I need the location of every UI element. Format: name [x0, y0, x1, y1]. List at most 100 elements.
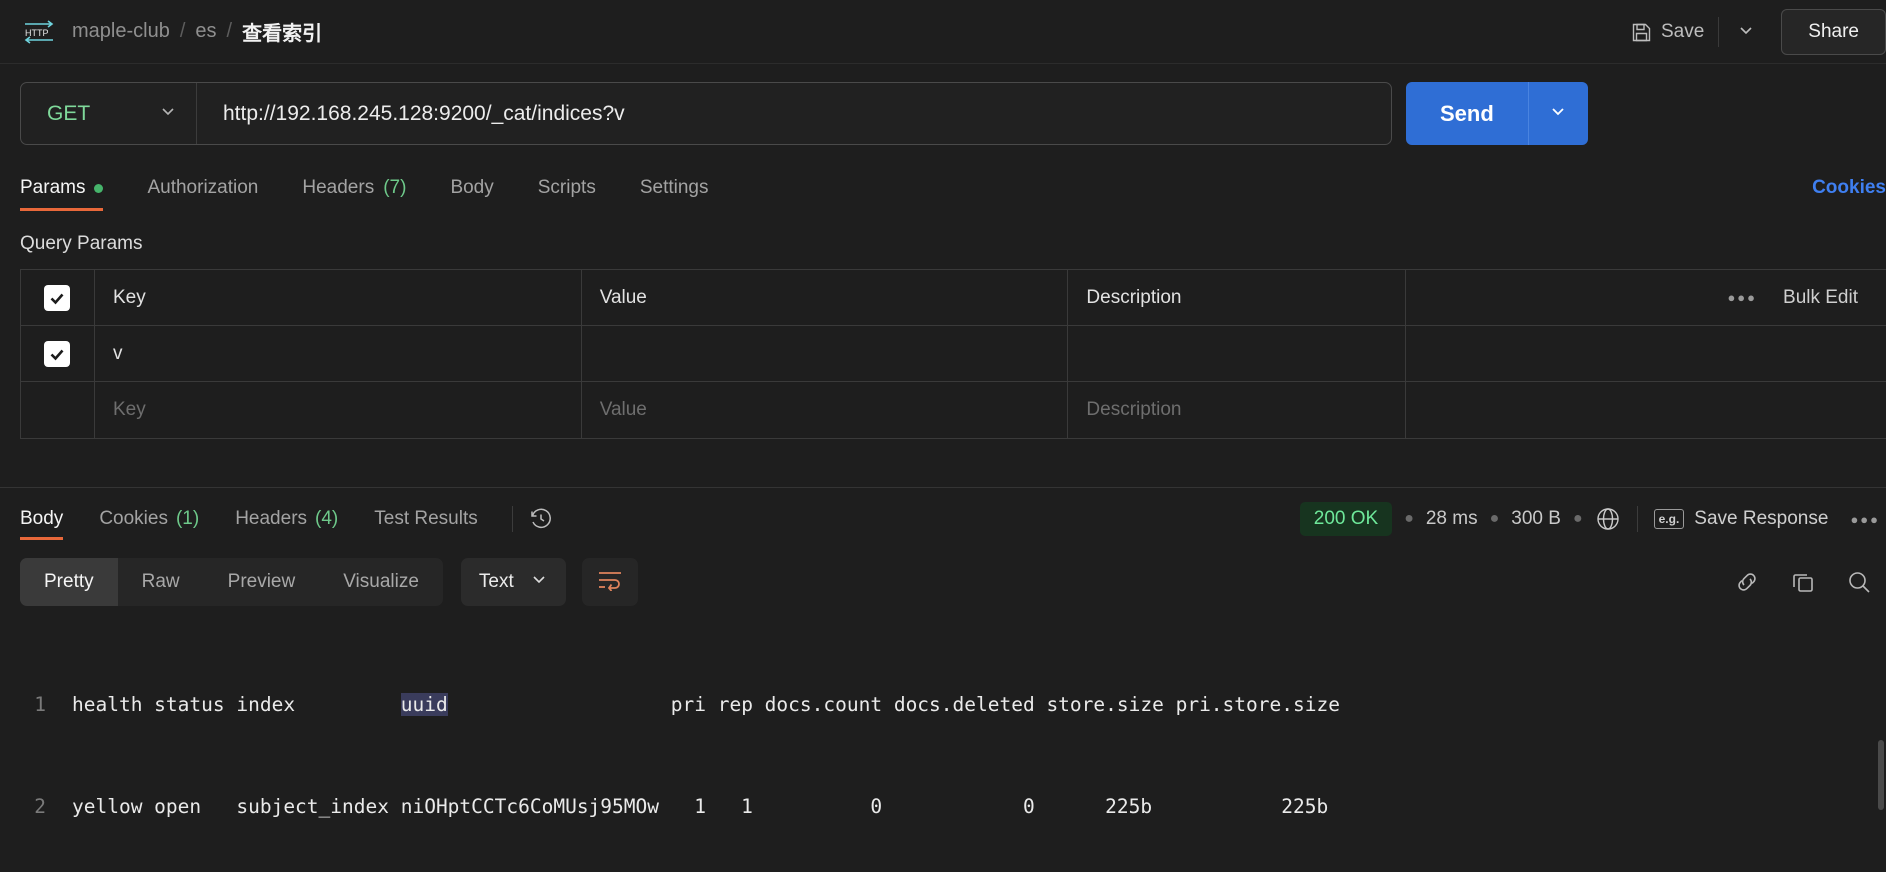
- send-button[interactable]: Send: [1406, 82, 1528, 145]
- postman-window: HTTP maple-club / es / 查看索引 Save Share G…: [0, 0, 1886, 872]
- view-mode-preview[interactable]: Preview: [204, 558, 320, 606]
- app-header: HTTP maple-club / es / 查看索引 Save Share: [0, 0, 1886, 64]
- column-header-description: Description: [1068, 270, 1407, 325]
- row-checkbox-cell: [21, 326, 95, 381]
- tab-headers[interactable]: Headers (7): [280, 171, 428, 211]
- save-button[interactable]: Save: [1621, 13, 1714, 51]
- response-more-icon[interactable]: ●●●: [1850, 512, 1880, 527]
- method-label: GET: [47, 101, 91, 125]
- response-meta-divider: [1636, 506, 1638, 532]
- tab-authorization[interactable]: Authorization: [125, 171, 280, 211]
- view-mode-raw[interactable]: Raw: [118, 558, 204, 606]
- response-tab-cookies-label: Cookies: [99, 508, 168, 529]
- globe-icon[interactable]: [1595, 506, 1621, 532]
- response-tab-test-results-label: Test Results: [374, 508, 478, 529]
- save-response-button[interactable]: Save Response: [1694, 508, 1828, 530]
- response-tab-cookies[interactable]: Cookies (1): [81, 488, 217, 550]
- word-wrap-button[interactable]: [581, 558, 638, 606]
- placeholder-description-text: Description: [1086, 399, 1182, 420]
- save-options-button[interactable]: [1723, 13, 1769, 52]
- query-params-table: Key Value Description ●●● Bulk Edit v Ke…: [20, 269, 1886, 439]
- format-select[interactable]: Text: [460, 558, 566, 606]
- tab-settings-label: Settings: [639, 177, 709, 198]
- chevron-down-icon: [1737, 21, 1755, 44]
- chevron-down-icon: [158, 101, 178, 126]
- view-mode-pretty[interactable]: Pretty: [20, 558, 118, 606]
- link-icon[interactable]: [1734, 569, 1760, 595]
- column-header-value-label: Value: [599, 286, 647, 308]
- view-mode-visualize[interactable]: Visualize: [319, 558, 443, 606]
- send-options-button[interactable]: [1527, 82, 1588, 145]
- tab-body-label: Body: [450, 177, 494, 198]
- response-tabs: Body Cookies (1) Headers (4) Test Result…: [0, 488, 1886, 550]
- copy-icon[interactable]: [1790, 569, 1816, 595]
- code-pre: health status index: [72, 693, 401, 716]
- column-header-key: Key: [95, 270, 582, 325]
- ellipsis-icon[interactable]: ●●●: [1727, 290, 1757, 305]
- chevron-down-icon: [1548, 101, 1568, 126]
- row-value-input[interactable]: [582, 326, 1069, 381]
- tab-scripts[interactable]: Scripts: [516, 171, 618, 211]
- column-header-key-label: Key: [112, 286, 146, 308]
- search-icon[interactable]: [1846, 569, 1872, 595]
- url-input[interactable]: http://192.168.245.128:9200/_cat/indices…: [197, 102, 625, 126]
- tab-body[interactable]: Body: [428, 171, 515, 211]
- response-tab-headers[interactable]: Headers (4): [217, 488, 356, 550]
- tab-params-label: Params: [20, 177, 86, 198]
- params-indicator-dot: [94, 183, 104, 193]
- placeholder-value-text: Value: [599, 399, 647, 420]
- row-checkbox[interactable]: [44, 340, 71, 367]
- breadcrumb-workspace[interactable]: maple-club: [72, 20, 170, 43]
- placeholder-description-input[interactable]: Description: [1068, 382, 1407, 438]
- response-body-code[interactable]: 1 health status index uuid pri rep docs.…: [0, 614, 1886, 872]
- response-tab-headers-label: Headers: [235, 508, 308, 529]
- status-badge: 200 OK: [1299, 502, 1393, 536]
- code-line: 1 health status index uuid pri rep docs.…: [0, 688, 1886, 722]
- line-number: 1: [34, 693, 46, 716]
- response-time: 28 ms: [1425, 508, 1478, 529]
- breadcrumb-separator: /: [179, 20, 186, 42]
- row-key-input[interactable]: v: [95, 326, 582, 381]
- breadcrumb-folder[interactable]: es: [195, 20, 216, 43]
- placeholder-checkbox-cell[interactable]: [21, 382, 95, 438]
- placeholder-value-input[interactable]: Value: [582, 382, 1069, 438]
- response-meta: 200 OK ● 28 ms ● 300 B ● e.g. Save Respo…: [1299, 488, 1886, 550]
- row-key-value: v: [112, 342, 123, 364]
- code-post: pri rep docs.count docs.deleted store.si…: [447, 693, 1340, 716]
- chevron-down-icon: [530, 570, 548, 594]
- response-viewer-toolbar: Pretty Raw Preview Visualize Text: [0, 550, 1886, 614]
- row-description-input[interactable]: [1068, 326, 1407, 381]
- save-button-label: Save: [1660, 21, 1705, 42]
- format-select-label: Text: [478, 571, 514, 592]
- select-all-checkbox[interactable]: [44, 284, 71, 311]
- code-line-text: health status index uuid pri rep docs.co…: [72, 688, 1886, 722]
- placeholder-key-text: Key: [112, 399, 146, 420]
- query-params-title: Query Params: [20, 233, 143, 254]
- meta-separator-3: ●: [1572, 510, 1583, 527]
- viewer-actions: [1734, 550, 1872, 614]
- method-select[interactable]: GET: [21, 83, 197, 144]
- code-selection: uuid: [400, 693, 448, 716]
- breadcrumb: maple-club / es / 查看索引: [72, 17, 322, 46]
- share-button[interactable]: Share: [1781, 9, 1886, 55]
- bulk-edit-button[interactable]: Bulk Edit: [1783, 287, 1858, 309]
- meta-separator-2: ●: [1489, 510, 1500, 527]
- response-tab-body[interactable]: Body: [20, 488, 81, 550]
- column-header-value: Value: [582, 270, 1069, 325]
- code-line-text: yellow open subject_index niOHptCCTc6CoM…: [72, 795, 1329, 818]
- header-actions: Save Share: [1621, 0, 1886, 64]
- meta-separator-1: ●: [1404, 510, 1414, 527]
- word-wrap-icon: [597, 569, 623, 596]
- view-mode-group: Pretty Raw Preview Visualize: [20, 558, 443, 606]
- clock-history-icon[interactable]: [529, 507, 553, 531]
- placeholder-key-input[interactable]: Key: [95, 382, 582, 438]
- example-icon: e.g.: [1653, 509, 1685, 529]
- table-header-row: Key Value Description ●●● Bulk Edit: [21, 270, 1886, 326]
- tab-settings[interactable]: Settings: [618, 171, 731, 211]
- table-row-placeholder: Key Value Description: [21, 382, 1886, 438]
- code-scrollbar[interactable]: [1878, 740, 1884, 860]
- response-tab-test-results[interactable]: Test Results: [356, 488, 495, 550]
- tab-params[interactable]: Params: [20, 171, 125, 211]
- cookies-link[interactable]: Cookies: [1812, 177, 1886, 199]
- code-scrollbar-thumb[interactable]: [1878, 740, 1884, 810]
